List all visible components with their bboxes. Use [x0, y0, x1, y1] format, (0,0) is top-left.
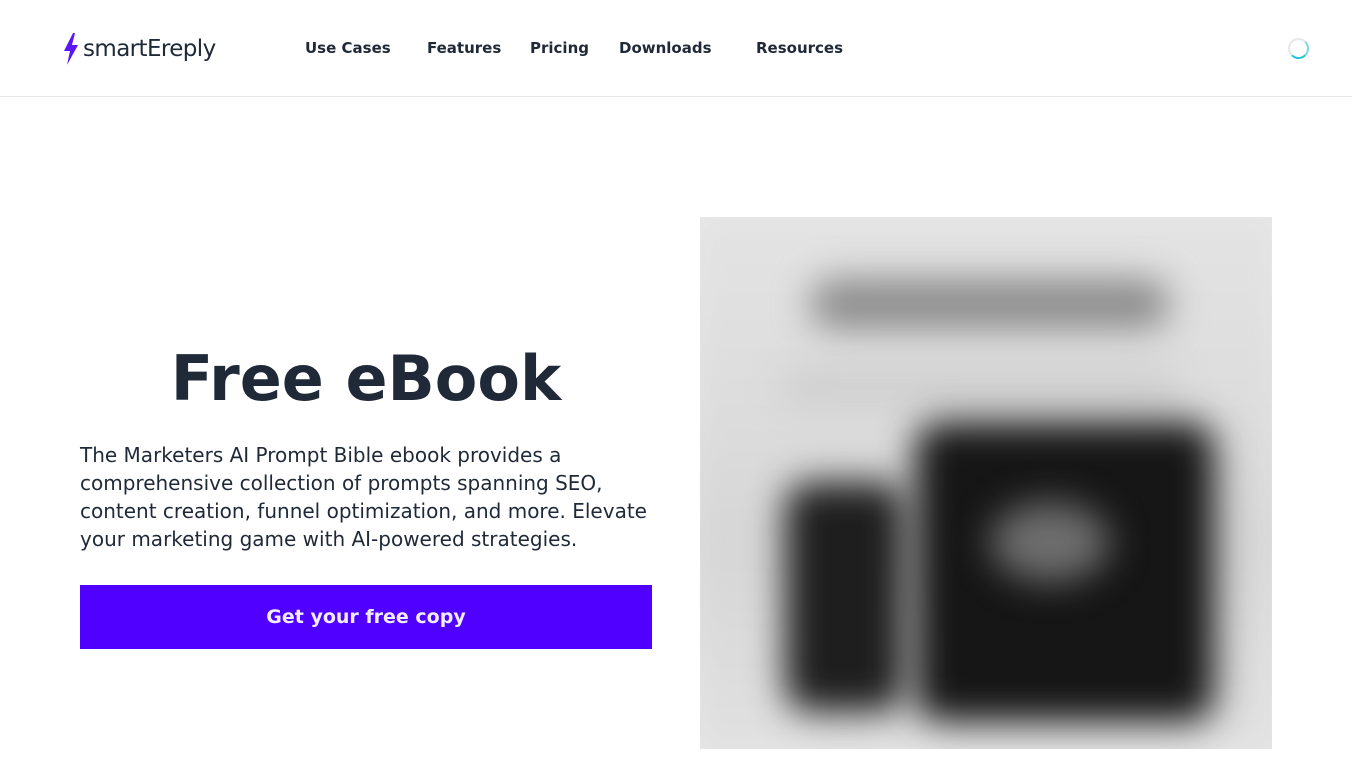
nav-features[interactable]: Features — [427, 38, 501, 58]
nav-pricing[interactable]: Pricing — [530, 38, 589, 58]
nav-resources[interactable]: Resources — [756, 38, 843, 58]
top-navbar: smartEreply Use Cases Features Pricing D… — [0, 0, 1352, 97]
brand-name: smartEreply — [83, 36, 216, 62]
nav-downloads[interactable]: Downloads — [619, 38, 712, 58]
loading-spinner-icon — [1288, 38, 1309, 59]
page-title: Free eBook — [170, 342, 562, 415]
ebook-cover-image — [700, 217, 1272, 749]
hero-description: The Marketers AI Prompt Bible ebook prov… — [80, 443, 647, 551]
brand-logo[interactable]: smartEreply — [62, 33, 216, 65]
lightning-bolt-icon — [64, 33, 78, 65]
get-free-copy-button[interactable]: Get your free copy — [80, 585, 652, 649]
nav-use-cases[interactable]: Use Cases — [305, 38, 391, 58]
